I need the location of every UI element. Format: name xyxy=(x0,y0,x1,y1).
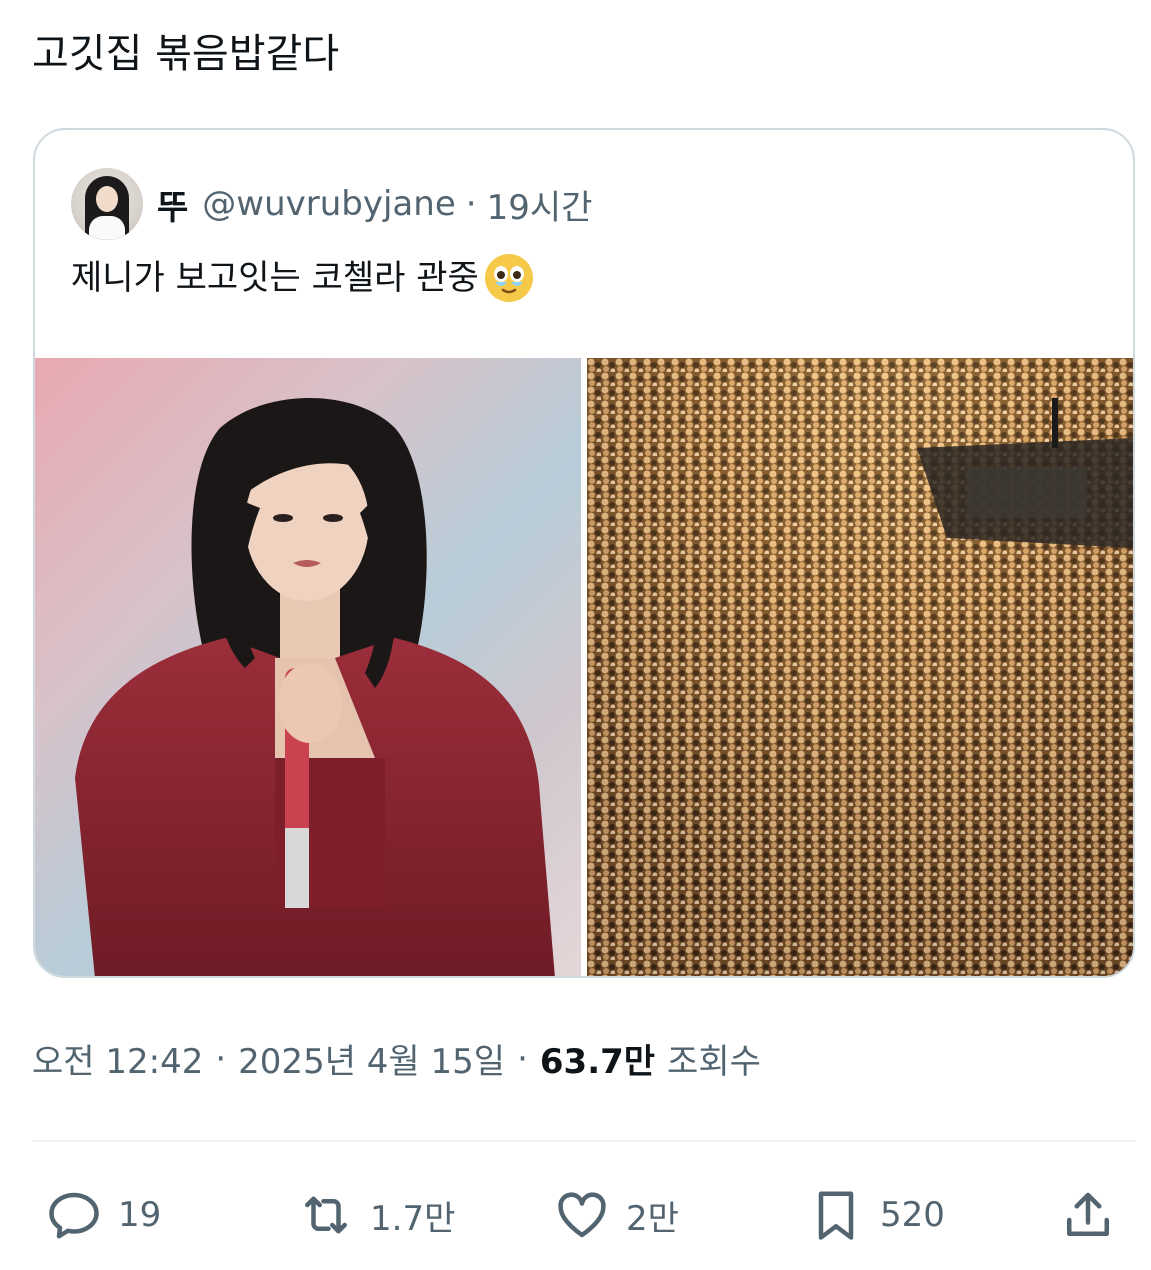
like-count: 2만 xyxy=(626,1198,679,1239)
crying-face-emoji xyxy=(483,252,535,304)
like-button[interactable]: 2만 xyxy=(552,1180,679,1250)
separator-dot: · xyxy=(215,1038,227,1079)
reply-button[interactable]: 19 xyxy=(44,1180,161,1250)
bookmark-button[interactable]: 520 xyxy=(806,1180,945,1250)
post-age[interactable]: 19시간 xyxy=(487,180,593,229)
retweet-count: 1.7만 xyxy=(370,1198,456,1239)
retweet-button[interactable]: 1.7만 xyxy=(296,1180,455,1250)
post-date[interactable]: 2025년 4월 15일 xyxy=(238,1034,505,1083)
tweet-text: 고깃집 볶음밥같다 xyxy=(32,31,340,77)
performer-photo[interactable] xyxy=(35,358,581,976)
heart-icon xyxy=(558,1192,606,1238)
quoted-text: 제니가 보고잇는 코첼라 관중 xyxy=(71,258,479,298)
retweet-icon xyxy=(305,1196,347,1234)
quoted-tweet-header: 뚜 @wuvrubyjane · 19시간 xyxy=(71,168,592,240)
views-count: 63.7만 xyxy=(539,1042,656,1082)
crowd-photo[interactable] xyxy=(587,358,1133,976)
bookmark-count: 520 xyxy=(880,1195,945,1235)
reply-count: 19 xyxy=(118,1195,162,1235)
divider xyxy=(32,1140,1136,1142)
avatar[interactable] xyxy=(71,168,143,240)
post-time[interactable]: 오전 12:42 xyxy=(32,1034,203,1083)
reply-icon xyxy=(49,1192,99,1239)
action-bar: 19 1.7만 2만 520 xyxy=(0,1180,1151,1250)
media-grid xyxy=(35,358,1133,976)
views-label: 조회수 xyxy=(667,1042,761,1082)
share-icon xyxy=(1067,1192,1109,1236)
quoted-tweet-card[interactable]: 뚜 @wuvrubyjane · 19시간 제니가 보고잇는 코첼라 관중 xyxy=(33,128,1135,978)
tweet-meta: 오전 12:42 · 2025년 4월 15일 · 63.7만 조회수 xyxy=(32,1034,761,1083)
user-handle[interactable]: @wuvrubyjane xyxy=(202,184,455,224)
separator-dot: · xyxy=(517,1038,528,1079)
share-button[interactable] xyxy=(1058,1180,1118,1250)
separator-dot: · xyxy=(465,184,477,224)
quoted-tweet-text: 제니가 보고잇는 코첼라 관중 xyxy=(71,252,535,304)
bookmark-icon xyxy=(818,1191,854,1240)
display-name[interactable]: 뚜 xyxy=(157,180,188,229)
